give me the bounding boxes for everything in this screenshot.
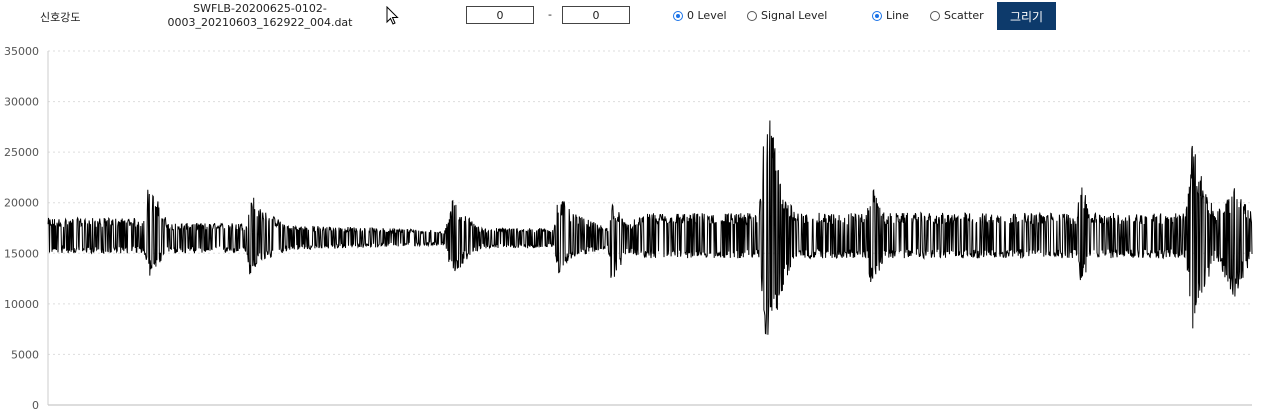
y-axis: 0 5000 10000 15000 20000 25000 30000 35000	[4, 45, 49, 412]
y-tick-label: 35000	[4, 45, 39, 58]
radio-scatter[interactable]: Scatter	[930, 9, 984, 22]
file-name-line2: 0003_20210603_162922_004.dat	[167, 16, 353, 29]
radio-scatter-label: Scatter	[944, 9, 984, 22]
y-tick-label: 10000	[4, 298, 39, 311]
radio-checked-icon	[872, 10, 882, 21]
toolbar: 신호강도 SWFLB-20200625-0102- 0003_20210603_…	[0, 0, 1262, 34]
signal-strength-label: 신호강도	[40, 11, 81, 24]
range-separator: -	[548, 8, 552, 21]
file-name-line1: SWFLB-20200625-0102-	[193, 2, 327, 15]
signal-chart: 0 5000 10000 15000 20000 25000 30000 35000	[4, 45, 1253, 412]
radio-unchecked-icon	[747, 10, 757, 21]
y-tick-label: 20000	[4, 197, 39, 210]
y-tick-label: 0	[32, 399, 39, 412]
file-name: SWFLB-20200625-0102- 0003_20210603_16292…	[160, 2, 360, 30]
draw-button[interactable]: 그리기	[997, 2, 1056, 30]
radio-line-label: Line	[886, 9, 909, 22]
radio-line[interactable]: Line	[872, 9, 909, 22]
radio-zero-level[interactable]: 0 Level	[673, 9, 727, 22]
range-start-input[interactable]	[466, 6, 534, 24]
radio-signal-level[interactable]: Signal Level	[747, 9, 827, 22]
radio-zero-level-label: 0 Level	[687, 9, 727, 22]
radio-signal-level-label: Signal Level	[761, 9, 828, 22]
y-tick-label: 30000	[4, 96, 39, 109]
radio-checked-icon	[673, 10, 683, 21]
y-tick-label: 15000	[4, 247, 39, 260]
y-tick-label: 25000	[4, 146, 39, 159]
mouse-cursor-icon	[386, 5, 400, 30]
range-end-input[interactable]	[562, 6, 630, 24]
radio-unchecked-icon	[930, 10, 940, 21]
y-tick-label: 5000	[11, 348, 39, 361]
